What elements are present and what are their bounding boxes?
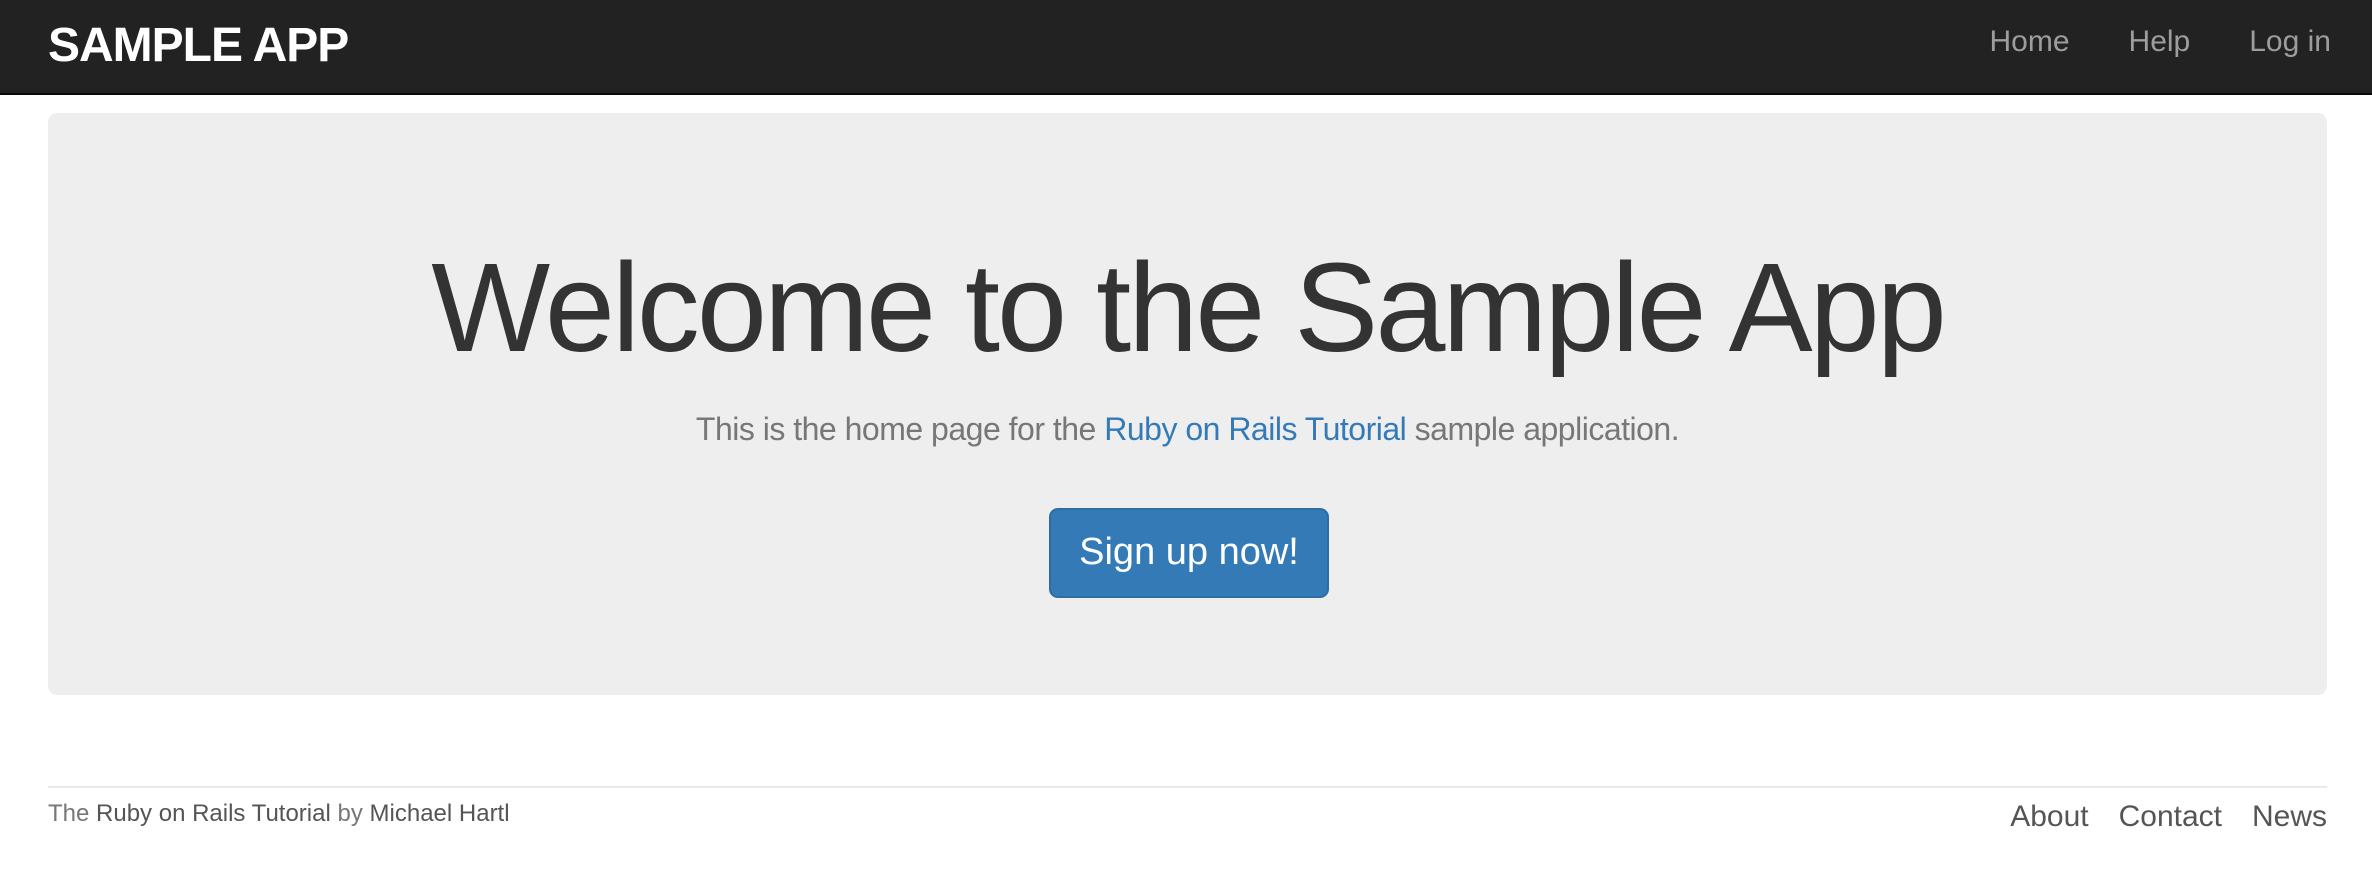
hero-text-after: sample application. xyxy=(1414,411,1680,447)
nav-home-link[interactable]: Home xyxy=(1990,25,2070,59)
nav-login-link[interactable]: Log in xyxy=(2249,25,2331,59)
footer-contact-link[interactable]: Contact xyxy=(2119,800,2222,834)
rails-tutorial-link[interactable]: Ruby on Rails Tutorial xyxy=(1104,411,1407,447)
hero-text-before: This is the home page for the xyxy=(695,411,1096,447)
brand-logo[interactable]: SAMPLE APP xyxy=(48,18,349,73)
footer-by: by xyxy=(337,800,363,827)
footer-nav: About Contact News xyxy=(1980,800,2327,834)
hero-title: Welcome to the Sample App xyxy=(431,237,1947,378)
footer-credit: The Ruby on Rails Tutorial by Michael Ha… xyxy=(48,800,510,828)
nav-links: Home Help Log in xyxy=(1931,25,2331,59)
footer-prefix: The xyxy=(48,800,90,827)
footer-about-link[interactable]: About xyxy=(2010,800,2088,834)
footer-tutorial-link[interactable]: Ruby on Rails Tutorial xyxy=(96,800,331,827)
footer-news-link[interactable]: News xyxy=(2252,800,2327,834)
footer: The Ruby on Rails Tutorial by Michael Ha… xyxy=(48,786,2327,866)
signup-button[interactable]: Sign up now! xyxy=(1049,508,1329,598)
navbar: SAMPLE APP Home Help Log in xyxy=(0,0,2372,95)
footer-author-link[interactable]: Michael Hartl xyxy=(370,800,510,827)
jumbotron: Welcome to the Sample App This is the ho… xyxy=(48,113,2327,695)
nav-help-link[interactable]: Help xyxy=(2129,25,2191,59)
hero-text: This is the home page for the Ruby on Ra… xyxy=(48,411,2327,448)
